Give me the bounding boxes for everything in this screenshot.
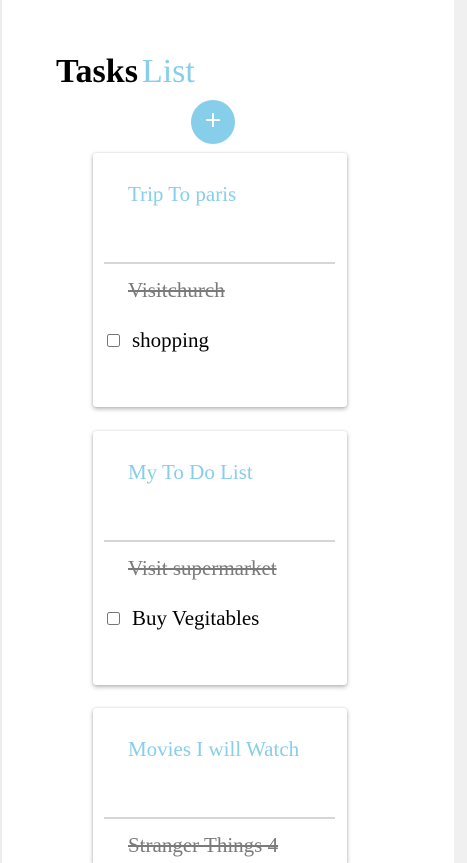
task-checkbox[interactable] [107,611,120,625]
completed-task[interactable]: Stranger Things 4 [128,832,278,858]
task-list-card: My To Do List Visit supermarket Buy Vegi… [93,431,347,685]
card-title: Movies I will Watch [128,737,300,761]
pending-task-label: Buy Vegitables [132,606,260,630]
pending-task: shopping [107,327,209,353]
scrollbar-track[interactable] [454,0,467,863]
task-list-card: Trip To paris Visitchurch shopping [93,153,347,407]
page-title-strong: Tasks [56,53,138,90]
card-divider [104,262,335,264]
completed-task[interactable]: Visit supermarket [128,555,277,581]
card-divider [104,540,335,542]
plus-icon: + [203,108,223,133]
pending-task: Buy Vegitables [107,605,259,631]
task-list-card: Movies I will Watch Stranger Things 4 [93,708,347,863]
page-title-light: List [141,53,195,90]
card-divider [104,817,335,819]
task-checkbox[interactable] [107,333,120,347]
card-title: Trip To paris [128,182,237,206]
completed-task[interactable]: Visitchurch [128,277,225,303]
pending-task-label: shopping [132,328,210,352]
add-list-button[interactable]: + [191,100,235,144]
page-title: Tasks List [56,52,195,92]
card-title: My To Do List [128,460,253,484]
